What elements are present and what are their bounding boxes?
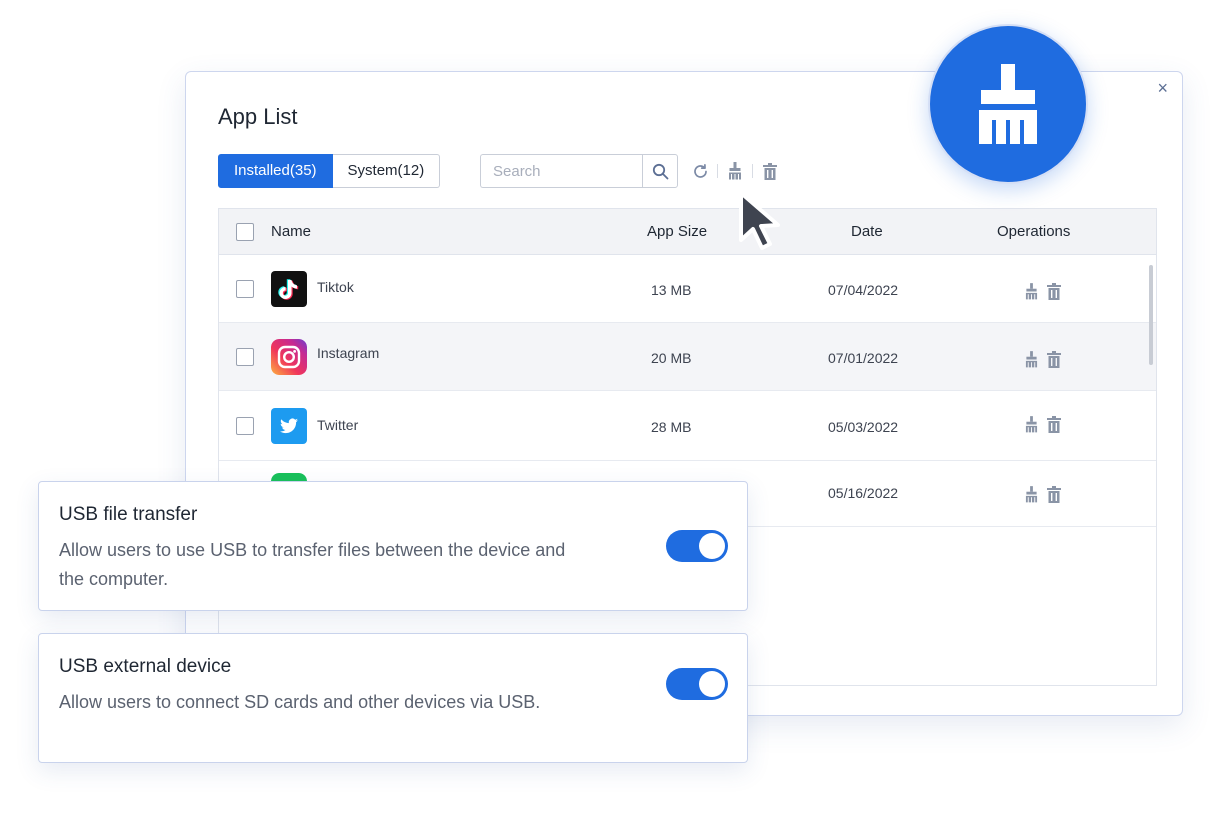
app-table: Name App Size Date Operations Tiktok 13 …: [218, 208, 1157, 686]
card-title: USB file transfer: [59, 504, 198, 525]
column-header-date: Date: [851, 223, 883, 240]
search-box: [480, 154, 678, 188]
usb-file-transfer-card: USB file transfer Allow users to use USB…: [38, 481, 748, 611]
search-icon: [652, 163, 668, 179]
row-checkbox[interactable]: [236, 280, 254, 298]
tab-installed[interactable]: Installed(35): [218, 154, 333, 188]
row-operations: [1023, 350, 1062, 368]
column-header-operations: Operations: [997, 223, 1071, 240]
table-scrollbar[interactable]: [1149, 265, 1153, 365]
clean-broom-icon[interactable]: [726, 161, 744, 181]
close-icon[interactable]: ×: [1157, 78, 1168, 99]
twitter-icon: [271, 408, 307, 444]
app-date: 05/16/2022: [828, 485, 899, 501]
card-description: Allow users to connect SD cards and othe…: [59, 692, 541, 712]
clean-broom-icon[interactable]: [1023, 485, 1039, 503]
clean-broom-icon[interactable]: [1023, 350, 1039, 368]
trash-icon[interactable]: [1046, 282, 1062, 300]
app-size: 13 MB: [651, 282, 692, 298]
app-date: 07/01/2022: [828, 350, 899, 366]
tab-system[interactable]: System(12): [332, 154, 441, 188]
clean-broom-icon: [979, 64, 1037, 144]
clean-broom-icon[interactable]: [1023, 415, 1039, 433]
search-button[interactable]: [642, 154, 678, 188]
app-size: 20 MB: [651, 350, 692, 366]
select-all-checkbox[interactable]: [236, 223, 254, 241]
app-date: 05/03/2022: [828, 419, 899, 435]
app-name: Twitter: [317, 417, 359, 433]
clean-broom-icon[interactable]: [1023, 282, 1039, 300]
clean-badge: [928, 24, 1088, 184]
usb-external-device-card: USB external device Allow users to conne…: [38, 633, 748, 763]
row-checkbox[interactable]: [236, 348, 254, 366]
usb-file-transfer-toggle[interactable]: [666, 530, 728, 562]
table-toolbar: [691, 160, 779, 182]
row-checkbox[interactable]: [236, 417, 254, 435]
row-operations: [1023, 282, 1062, 300]
table-header: Name App Size Date Operations: [219, 209, 1156, 255]
column-header-name: Name: [271, 223, 312, 240]
refresh-icon[interactable]: [691, 161, 709, 181]
table-row[interactable]: Twitter 28 MB 05/03/2022: [219, 391, 1156, 461]
app-date: 07/04/2022: [828, 282, 899, 298]
card-title: USB external device: [59, 656, 232, 677]
window-title: App List: [218, 104, 298, 129]
row-operations: [1023, 485, 1062, 503]
toggle-knob: [699, 671, 725, 697]
trash-icon[interactable]: [1046, 415, 1062, 433]
app-name: Instagram: [317, 345, 380, 361]
toolbar-divider: [717, 164, 718, 178]
card-description: Allow users to use USB to transfer files…: [59, 540, 566, 589]
table-row[interactable]: Instagram 20 MB 07/01/2022: [219, 323, 1156, 391]
toggle-knob: [699, 533, 725, 559]
app-type-tabs: Installed(35) System(12): [218, 154, 441, 188]
row-operations: [1023, 415, 1062, 433]
instagram-icon: [271, 339, 307, 375]
trash-icon[interactable]: [761, 161, 779, 181]
column-header-app-size: App Size: [647, 223, 708, 240]
tiktok-icon: [271, 271, 307, 307]
app-name: Tiktok: [317, 279, 354, 295]
trash-icon[interactable]: [1046, 350, 1062, 368]
trash-icon[interactable]: [1046, 485, 1062, 503]
mouse-cursor-icon: [739, 191, 780, 250]
toolbar-divider: [752, 164, 753, 178]
usb-external-device-toggle[interactable]: [666, 668, 728, 700]
search-input[interactable]: [480, 154, 642, 188]
app-size: 28 MB: [651, 419, 692, 435]
table-row[interactable]: Tiktok 13 MB 07/04/2022: [219, 255, 1156, 323]
